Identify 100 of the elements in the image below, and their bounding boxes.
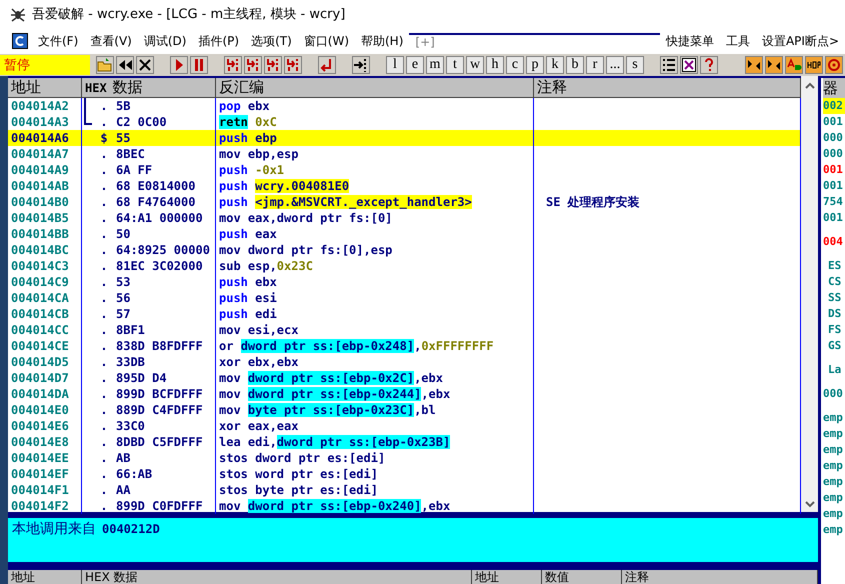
hex-bytes-cell: 66:AB [116, 466, 152, 482]
scrollbar[interactable] [801, 76, 818, 512]
instruction-cell: or dword ptr ss:[ebp-0x248],0xFFFFFFFF [219, 339, 494, 353]
close-button[interactable] [136, 56, 154, 74]
address-cell: 004014B0 [8, 194, 82, 210]
register-value: emp [823, 442, 844, 458]
register-value: 001 [823, 114, 844, 130]
menu-item[interactable]: 插件(P) [192, 32, 246, 50]
marker-text: . [99, 434, 109, 450]
address-cell: 004014CA [8, 290, 82, 306]
marker-text: . [99, 274, 109, 290]
return-button[interactable] [318, 56, 336, 74]
register-value: 002 [823, 98, 845, 114]
rewind-button[interactable] [116, 56, 134, 74]
hex-bytes-cell: 56 [116, 290, 130, 306]
menu-item[interactable]: 设置API断点> [756, 32, 845, 50]
hex-bytes-cell: 895D D4 [116, 370, 167, 386]
arrows-button[interactable] [765, 56, 783, 74]
instruction-cell: mov ebp,esp [219, 147, 298, 161]
column-header[interactable]: 地址 [8, 570, 82, 584]
marker-text: . [99, 418, 109, 434]
hbp-button[interactable] [805, 56, 823, 74]
run-to-icon [353, 57, 369, 73]
hex-bytes-cell: C2 0C00 [116, 114, 167, 130]
instruction-cell: mov esi,ecx [219, 323, 298, 337]
pause-button[interactable] [190, 56, 208, 74]
window-button[interactable]: h [486, 56, 504, 74]
marker-text: . [99, 386, 109, 402]
trace-into-button[interactable] [264, 56, 282, 74]
play-button[interactable] [170, 56, 188, 74]
instruction-cell: push ebx [219, 275, 277, 289]
arrows-button[interactable] [745, 56, 763, 74]
address-cell: 004014B5 [8, 210, 82, 226]
hex-bytes-cell: 899D BCFDFFF [116, 386, 203, 402]
column-header[interactable]: 数据 [112, 78, 143, 97]
menu-item[interactable]: 文件(F) [32, 32, 84, 50]
column-header[interactable]: 地址 [472, 570, 542, 584]
address-cell: 004014D5 [8, 354, 82, 370]
address-cell: 004014C9 [8, 274, 82, 290]
run-to-button[interactable] [352, 56, 370, 74]
menu-item[interactable]: 调试(D) [138, 32, 192, 50]
address-cell: 004014A9 [8, 162, 82, 178]
scroll-down-icon[interactable] [804, 500, 814, 508]
address-cell: 004014A7 [8, 146, 82, 162]
window-title: 吾爱破解 - wcry.exe - [LCG - m主线程, 模块 - wcry] [32, 6, 346, 23]
column-header[interactable]: 反汇编 [216, 78, 534, 97]
trace-over-button[interactable] [284, 56, 302, 74]
address-cell: 004014EE [8, 450, 82, 466]
menu-item[interactable]: 快捷菜单 [660, 32, 720, 50]
window-button[interactable]: w [466, 56, 484, 74]
hex-bytes-cell: 55 [116, 130, 130, 146]
window-button[interactable]: l [386, 56, 404, 74]
step-into-icon [225, 57, 241, 73]
column-header[interactable]: 数值 [542, 570, 622, 584]
column-header[interactable]: HEX 数据 [82, 570, 472, 584]
marker-text: . [99, 194, 109, 210]
step-into-button[interactable] [224, 56, 242, 74]
open-icon [97, 57, 113, 73]
info-address: 0040212D [102, 521, 160, 538]
hex-bytes-cell: 8BF1 [116, 322, 145, 338]
marker-text: . [99, 354, 109, 370]
menu-item[interactable]: 帮助(H) [355, 32, 410, 50]
close-icon [137, 57, 153, 73]
window-button[interactable]: ... [606, 56, 624, 74]
window-button[interactable]: p [526, 56, 544, 74]
window-button[interactable]: b [566, 56, 584, 74]
menu-item[interactable]: 选项(T) [245, 32, 298, 50]
address-cell: 004014EF [8, 466, 82, 482]
scroll-up-icon[interactable] [804, 82, 814, 90]
window-button[interactable]: e [406, 56, 424, 74]
menu-item[interactable]: 查看(V) [84, 32, 138, 50]
marker-text: $ [99, 130, 109, 146]
instruction-cell: push <jmp.&MSVCRT._except_handler3> [219, 195, 472, 209]
window-button[interactable]: t [446, 56, 464, 74]
window-button[interactable]: s [626, 56, 644, 74]
window-button[interactable]: k [546, 56, 564, 74]
register-value: emp [823, 506, 844, 522]
hex-bytes-cell: 64:8925 00000 [116, 242, 210, 258]
letters-icon [786, 57, 802, 73]
hex-bytes-cell: 33DB [116, 354, 145, 370]
column-header[interactable]: 地址 [8, 78, 82, 97]
register-value: 004 [823, 234, 844, 250]
menu-item[interactable]: 窗口(W) [298, 32, 355, 50]
marker-text: . [99, 370, 109, 386]
window-button[interactable]: r [586, 56, 604, 74]
window-button[interactable]: m [426, 56, 444, 74]
list-button[interactable] [660, 56, 678, 74]
grid-button[interactable] [680, 56, 698, 74]
column-header[interactable]: HEX [85, 80, 107, 94]
help-button[interactable] [700, 56, 718, 74]
menu-item[interactable]: 工具 [720, 32, 756, 50]
arrows-icon [766, 57, 782, 73]
open-button[interactable] [96, 56, 114, 74]
hex-bytes-cell: 838D B8FDFFF [116, 338, 203, 354]
trace-over-icon [285, 57, 301, 73]
step-over-button[interactable] [244, 56, 262, 74]
marker-text: . [99, 338, 109, 354]
app-logo-icon[interactable] [12, 33, 28, 49]
instruction-cell: mov eax,dword ptr fs:[0] [219, 211, 392, 225]
window-button[interactable]: c [506, 56, 524, 74]
